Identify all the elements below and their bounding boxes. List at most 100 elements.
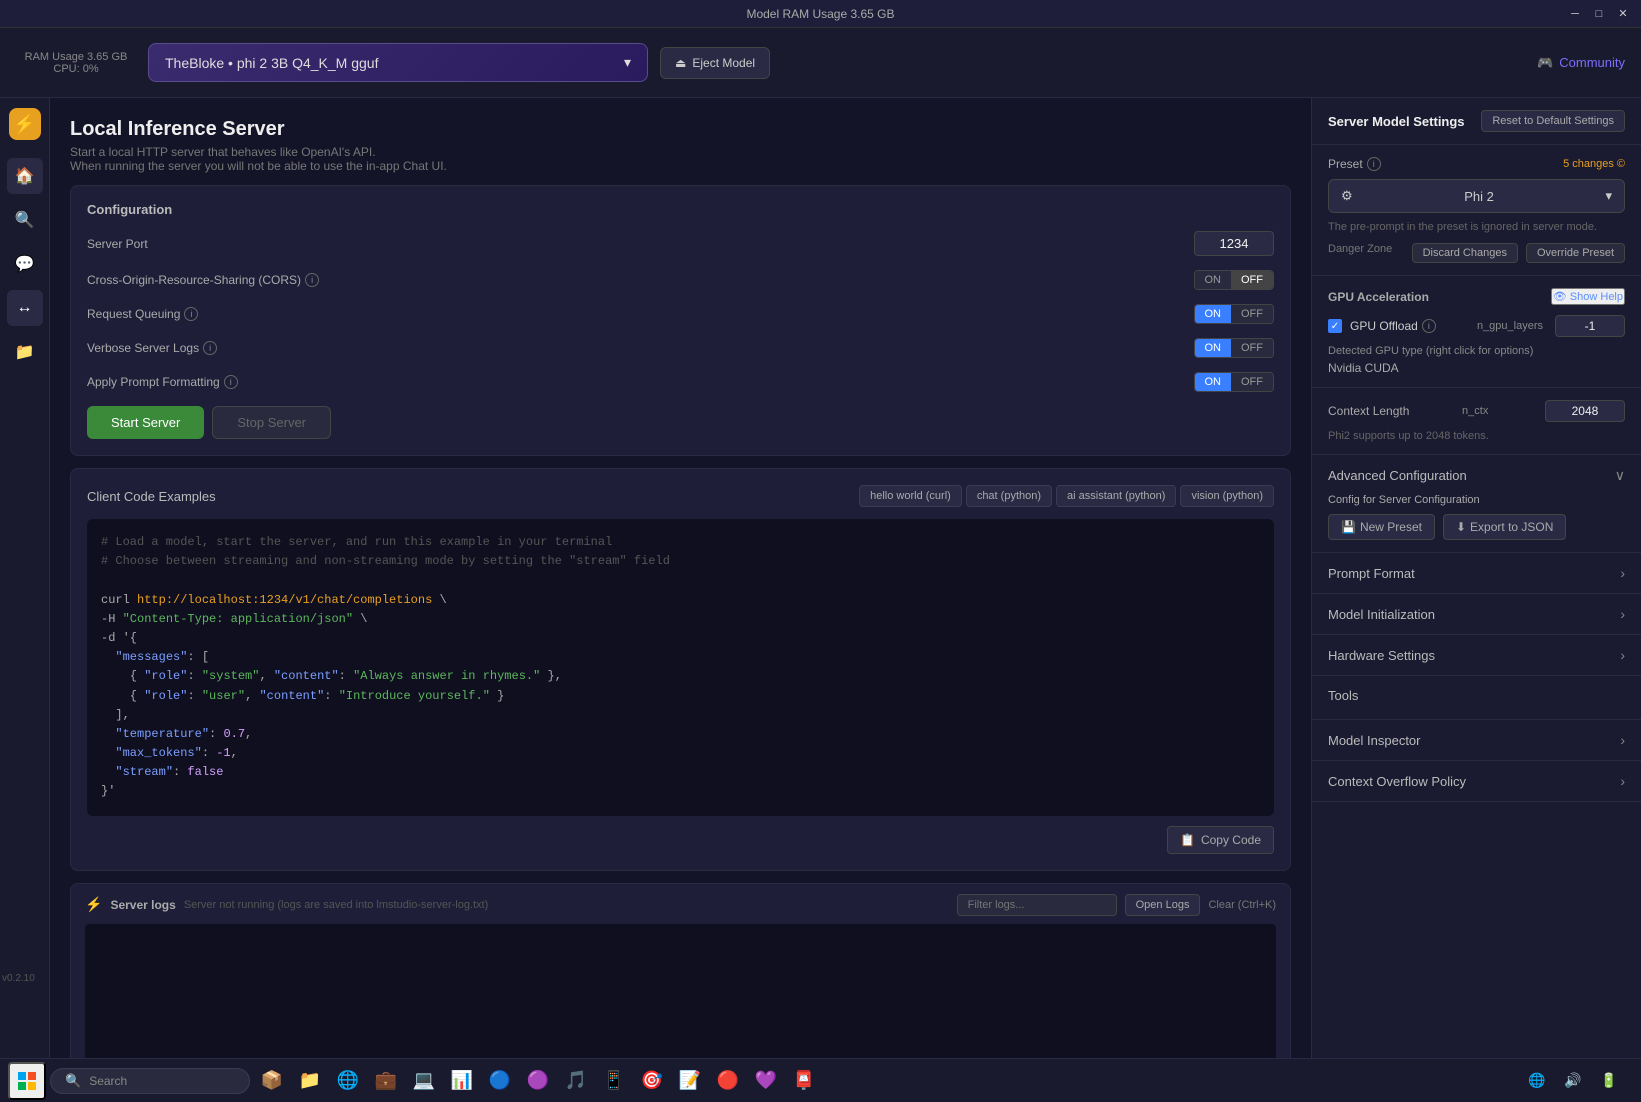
- tab-hello-world[interactable]: hello world (curl): [859, 485, 962, 507]
- request-queuing-on-button[interactable]: ON: [1195, 305, 1232, 323]
- show-help-icon: 👁: [1553, 291, 1567, 303]
- cors-info-icon[interactable]: i: [305, 273, 319, 287]
- logs-title: Server logs: [110, 898, 175, 912]
- sidebar-item-home[interactable]: 🏠: [7, 158, 43, 194]
- server-port-input[interactable]: [1194, 231, 1274, 256]
- code-line-4: "messages": [: [101, 648, 1260, 667]
- sidebar-item-chat[interactable]: 💬: [7, 246, 43, 282]
- sidebar-item-files[interactable]: 📁: [7, 334, 43, 370]
- taskbar-app-2[interactable]: 📁: [292, 1063, 328, 1099]
- sidebar-item-inference[interactable]: ↔: [7, 290, 43, 326]
- override-preset-button[interactable]: Override Preset: [1526, 243, 1625, 263]
- taskbar-app-10[interactable]: 📱: [596, 1063, 632, 1099]
- advanced-config-chevron: ∨: [1615, 467, 1625, 484]
- code-panel-header: Client Code Examples hello world (curl) …: [87, 485, 1274, 507]
- start-server-button[interactable]: Start Server: [87, 406, 204, 439]
- eject-model-button[interactable]: ⏏ Eject Model: [660, 47, 770, 79]
- taskbar-search-text: Search: [89, 1074, 127, 1088]
- taskbar-app-12[interactable]: 📝: [672, 1063, 708, 1099]
- model-init-row[interactable]: Model Initialization ›: [1328, 606, 1625, 622]
- new-preset-button[interactable]: 💾 New Preset: [1328, 514, 1435, 540]
- sidebar-item-search[interactable]: 🔍: [7, 202, 43, 238]
- code-line-3: -d '{: [101, 629, 1260, 648]
- model-inspector-section: Model Inspector ›: [1312, 720, 1641, 761]
- context-length-input[interactable]: [1545, 400, 1625, 422]
- model-inspector-row[interactable]: Model Inspector ›: [1328, 732, 1625, 748]
- show-help-button[interactable]: 👁 Show Help: [1551, 288, 1625, 305]
- cors-on-button[interactable]: ON: [1195, 271, 1232, 289]
- code-block: # Load a model, start the server, and ru…: [87, 519, 1274, 816]
- taskbar-app-15[interactable]: 📮: [786, 1063, 822, 1099]
- config-for-text: Config for Server Configuration: [1328, 494, 1625, 506]
- code-line-2: -H "Content-Type: application/json" \: [101, 610, 1260, 629]
- community-button[interactable]: 🎮 Community: [1537, 55, 1625, 71]
- tab-ai-assistant[interactable]: ai assistant (python): [1056, 485, 1176, 507]
- taskbar-app-1[interactable]: 📦: [254, 1063, 290, 1099]
- discord-icon: 🎮: [1537, 55, 1553, 71]
- taskbar-network-icon[interactable]: 🌐: [1521, 1065, 1553, 1097]
- taskbar-app-8[interactable]: 🟣: [520, 1063, 556, 1099]
- tab-vision[interactable]: vision (python): [1180, 485, 1274, 507]
- preset-label: Preset i: [1328, 157, 1381, 171]
- taskbar-app-5[interactable]: 💻: [406, 1063, 442, 1099]
- verbose-logs-off-button[interactable]: OFF: [1231, 339, 1273, 357]
- preset-value: Phi 2: [1464, 189, 1494, 204]
- clear-logs-button[interactable]: Clear (Ctrl+K): [1208, 899, 1276, 911]
- code-line-9: "max_tokens": -1,: [101, 744, 1260, 763]
- request-queuing-toggle: ON OFF: [1194, 304, 1275, 324]
- tab-chat-python[interactable]: chat (python): [966, 485, 1052, 507]
- taskbar-app-4[interactable]: 💼: [368, 1063, 404, 1099]
- gpu-offload-info-icon[interactable]: i: [1422, 319, 1436, 333]
- hardware-settings-title: Hardware Settings: [1328, 648, 1435, 663]
- taskbar-app-7[interactable]: 🔵: [482, 1063, 518, 1099]
- discard-changes-button[interactable]: Discard Changes: [1412, 243, 1518, 263]
- taskbar-app-3[interactable]: 🌐: [330, 1063, 366, 1099]
- verbose-logs-info-icon[interactable]: i: [203, 341, 217, 355]
- windows-start-button[interactable]: [8, 1062, 46, 1100]
- taskbar-right: 🌐 🔊 🔋: [1521, 1065, 1633, 1097]
- preset-section: Preset i 5 changes © ⚙ Phi 2 ▾ The pre-p…: [1312, 145, 1641, 276]
- copy-code-button[interactable]: 📋 Copy Code: [1167, 826, 1274, 854]
- prompt-formatting-label: Apply Prompt Formatting i: [87, 375, 238, 389]
- hardware-settings-row[interactable]: Hardware Settings ›: [1328, 647, 1625, 663]
- prompt-formatting-off-button[interactable]: OFF: [1231, 373, 1273, 391]
- request-queuing-off-button[interactable]: OFF: [1231, 305, 1273, 323]
- close-button[interactable]: ✕: [1613, 4, 1633, 24]
- taskbar-search-bar[interactable]: 🔍 Search: [50, 1068, 250, 1094]
- preset-info-icon[interactable]: i: [1367, 157, 1381, 171]
- prompt-formatting-info-icon[interactable]: i: [224, 375, 238, 389]
- prompt-format-section: Prompt Format ›: [1312, 553, 1641, 594]
- filter-logs-input[interactable]: [957, 894, 1117, 916]
- n-gpu-layers-input[interactable]: [1555, 315, 1625, 337]
- prompt-formatting-on-button[interactable]: ON: [1195, 373, 1232, 391]
- window-controls: ─ □ ✕: [1565, 4, 1633, 24]
- cors-off-button[interactable]: OFF: [1231, 271, 1273, 289]
- taskbar-sound-icon[interactable]: 🔊: [1557, 1065, 1589, 1097]
- n-gpu-layers-label: n_gpu_layers: [1477, 320, 1543, 332]
- version-tag: v0.2.10: [2, 973, 35, 984]
- request-queuing-info-icon[interactable]: i: [184, 307, 198, 321]
- export-json-button[interactable]: ⬇ Export to JSON: [1443, 514, 1566, 540]
- stop-server-button[interactable]: Stop Server: [212, 406, 331, 439]
- model-selector[interactable]: TheBloke • phi 2 3B Q4_K_M gguf ▾: [148, 43, 648, 82]
- verbose-logs-on-button[interactable]: ON: [1195, 339, 1232, 357]
- context-overflow-title: Context Overflow Policy: [1328, 774, 1466, 789]
- prompt-format-row[interactable]: Prompt Format ›: [1328, 565, 1625, 581]
- taskbar-app-14[interactable]: 💜: [748, 1063, 784, 1099]
- taskbar-app-9[interactable]: 🎵: [558, 1063, 594, 1099]
- taskbar-app-11[interactable]: 🎯: [634, 1063, 670, 1099]
- preset-selector[interactable]: ⚙ Phi 2 ▾: [1328, 179, 1625, 213]
- minimize-button[interactable]: ─: [1565, 4, 1585, 24]
- taskbar-battery-icon[interactable]: 🔋: [1593, 1065, 1625, 1097]
- prompt-format-title: Prompt Format: [1328, 566, 1415, 581]
- reset-defaults-button[interactable]: Reset to Default Settings: [1481, 110, 1625, 132]
- open-logs-button[interactable]: Open Logs: [1125, 894, 1201, 916]
- maximize-button[interactable]: □: [1589, 4, 1609, 24]
- code-tabs: hello world (curl) chat (python) ai assi…: [859, 485, 1274, 507]
- advanced-config-row[interactable]: Advanced Configuration ∨: [1328, 467, 1625, 484]
- taskbar-app-6[interactable]: 📊: [444, 1063, 480, 1099]
- context-overflow-row[interactable]: Context Overflow Policy ›: [1328, 773, 1625, 789]
- taskbar-app-13[interactable]: 🔴: [710, 1063, 746, 1099]
- code-line-5: { "role": "system", "content": "Always a…: [101, 667, 1260, 686]
- gpu-offload-checkbox[interactable]: ✓: [1328, 319, 1342, 333]
